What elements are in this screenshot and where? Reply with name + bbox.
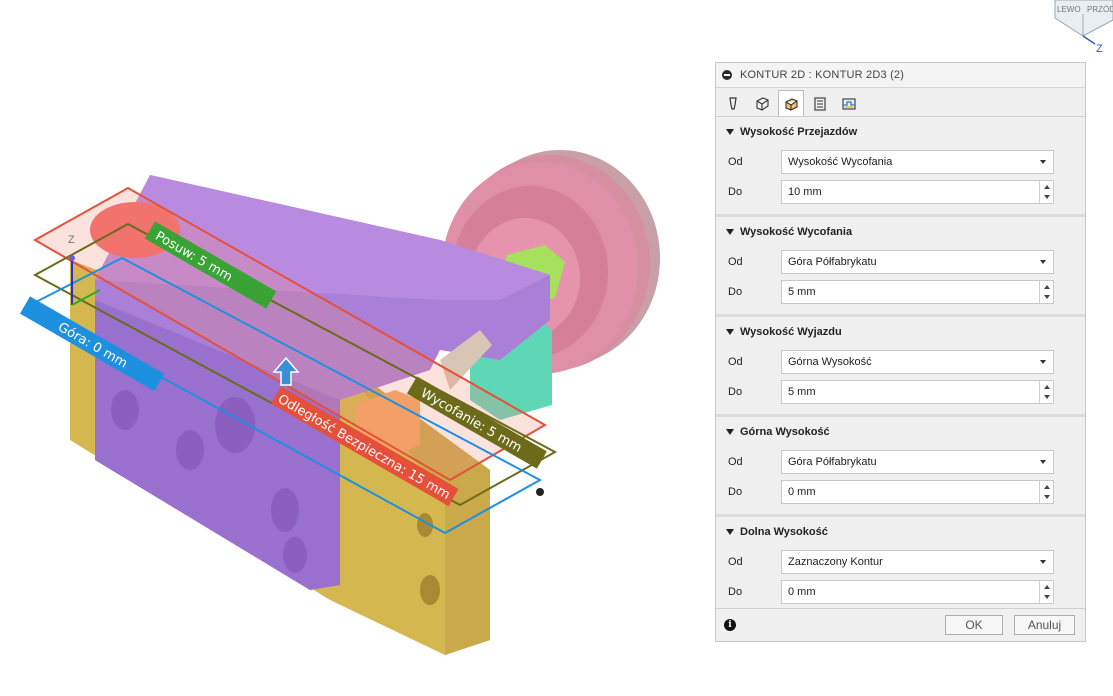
tab-geometry[interactable] [749,92,775,116]
section-gorna-wysokosc: Górna Wysokość Od Góra Półfabrykatu Do 0… [716,417,1085,517]
do-label: Do [728,386,743,398]
contour-2d-dialog: KONTUR 2D : KONTUR 2D3 (2) Wysokość Prze… [715,62,1086,642]
section-header[interactable]: Górna Wysokość [716,417,1085,447]
collapse-triangle-icon [726,129,734,135]
spinner[interactable] [1039,381,1053,403]
section-header[interactable]: Wysokość Wyjazdu [716,317,1085,347]
dialog-sections: Wysokość Przejazdów Od Wysokość Wycofani… [716,117,1085,609]
section-wysokosc-wycofania: Wysokość Wycofania Od Góra Półfabrykatu … [716,217,1085,317]
viewcube-axis: Z [1096,43,1103,55]
od-label: Od [728,356,743,368]
do-label: Do [728,286,743,298]
dialog-tabs [716,88,1085,117]
tab-tool[interactable] [720,92,746,116]
collapse-triangle-icon [726,529,734,535]
collapse-triangle-icon [726,429,734,435]
do-input[interactable]: 0 mm [781,480,1054,504]
do-label: Do [728,186,743,198]
section-wysokosc-przejazdow: Wysokość Przejazdów Od Wysokość Wycofani… [716,117,1085,217]
chevron-down-icon [1040,160,1046,164]
od-select[interactable]: Wysokość Wycofania [781,150,1054,174]
section-title: Wysokość Wycofania [740,226,853,238]
section-title: Wysokość Wyjazdu [740,326,842,338]
tool-icon [729,97,737,110]
info-icon[interactable]: i [724,619,736,631]
od-select[interactable]: Góra Półfabrykatu [781,250,1054,274]
tab-heights[interactable] [778,90,804,116]
geometry-icon [756,97,769,111]
cancel-button[interactable]: Anuluj [1014,615,1075,635]
od-label: Od [728,256,743,268]
od-label: Od [728,156,743,168]
tab-passes[interactable] [807,92,833,116]
section-wysokosc-wyjazdu: Wysokość Wyjazdu Od Górna Wysokość Do 5 … [716,317,1085,417]
spinner[interactable] [1039,481,1053,503]
od-select[interactable]: Górna Wysokość [781,350,1054,374]
chevron-down-icon [1040,360,1046,364]
section-dolna-wysokosc: Dolna Wysokość Od Zaznaczony Kontur Do 0… [716,517,1085,609]
collapse-triangle-icon [726,329,734,335]
spinner[interactable] [1039,581,1053,603]
tab-linking[interactable] [836,92,862,116]
chevron-down-icon [1040,460,1046,464]
od-select[interactable]: Zaznaczony Kontur [781,550,1054,574]
ok-button[interactable]: OK [945,615,1003,635]
viewcube[interactable]: LEWO PRZÓD Z [1043,0,1113,56]
collapse-icon[interactable] [722,70,732,80]
do-input[interactable]: 5 mm [781,380,1054,404]
section-title: Dolna Wysokość [740,526,828,538]
section-title: Wysokość Przejazdów [740,126,858,138]
do-label: Do [728,486,743,498]
chevron-down-icon [1040,560,1046,564]
do-label: Do [728,586,743,598]
dialog-title-bar: KONTUR 2D : KONTUR 2D3 (2) [716,63,1085,88]
heights-icon [785,97,798,111]
spinner[interactable] [1039,181,1053,203]
do-input[interactable]: 0 mm [781,580,1054,604]
do-input[interactable]: 5 mm [781,280,1054,304]
section-header[interactable]: Dolna Wysokość [716,517,1085,547]
dialog-title: KONTUR 2D : KONTUR 2D3 (2) [740,69,905,81]
od-label: Od [728,556,743,568]
section-title: Górna Wysokość [740,426,830,438]
spinner[interactable] [1039,281,1053,303]
section-header[interactable]: Wysokość Wycofania [716,217,1085,247]
do-input[interactable]: 10 mm [781,180,1054,204]
viewcube-right-face: PRZÓD [1087,5,1113,14]
linking-icon [842,98,856,110]
od-select[interactable]: Góra Półfabrykatu [781,450,1054,474]
dialog-footer: i OK Anuluj [716,608,1085,641]
chevron-down-icon [1040,260,1046,264]
collapse-triangle-icon [726,229,734,235]
od-label: Od [728,456,743,468]
passes-icon [814,97,826,111]
section-header[interactable]: Wysokość Przejazdów [716,117,1085,147]
z-axis-label: Z [68,234,75,246]
viewcube-left-face: LEWO [1057,5,1081,14]
